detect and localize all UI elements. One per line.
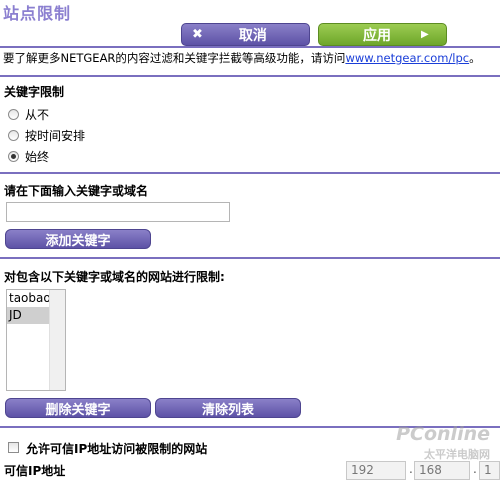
divider [0,257,500,259]
keyword-block-heading: 关键字限制 [4,85,65,99]
netgear-link[interactable]: www.netgear.com/lpc [345,51,469,65]
ip-octet-3[interactable]: 1 [479,461,500,480]
radio-scheduled-label: 按时间安排 [25,129,86,143]
clear-list-button[interactable]: 清除列表 [155,398,301,418]
ip-octet-1[interactable]: 192 [346,461,406,480]
radio-always[interactable]: 始终 [8,148,49,165]
trusted-ip-label: 可信IP地址 [4,464,66,478]
watermark-subtitle: 太平洋电脑网 [424,448,490,461]
delete-keyword-button[interactable]: 删除关键字 [5,398,151,418]
divider [0,75,500,77]
cancel-label: 取消 [238,27,267,44]
info-text-body: 要了解更多NETGEAR的内容过滤和关键字拦截等高级功能，请访问 [3,51,346,65]
allow-trusted-label: 允许可信IP地址访问被限制的网站 [26,442,208,456]
ip-dot: . [409,462,413,476]
close-icon: ✖ [192,27,203,42]
keyword-entry-heading: 请在下面输入关键字或域名 [4,184,149,198]
list-item[interactable]: taobao [7,290,51,307]
radio-never-button[interactable] [8,109,19,120]
cancel-button[interactable]: ✖ 取消 [181,23,310,46]
page-title: 站点限制 [3,4,72,23]
watermark-logo: PConline [396,423,490,445]
add-keyword-button[interactable]: 添加关键字 [5,229,151,249]
ip-octet-2[interactable]: 168 [414,461,470,480]
blocked-keyword-list[interactable]: taobao JD [6,289,66,391]
keyword-input[interactable] [6,202,230,222]
info-suffix: 。 [469,51,481,65]
apply-button[interactable]: 应用 ▶ [318,23,447,46]
list-scrollbar[interactable] [49,290,65,390]
radio-never[interactable]: 从不 [8,106,49,123]
radio-always-label: 始终 [25,150,50,164]
radio-scheduled[interactable]: 按时间安排 [8,127,85,144]
allow-trusted-checkbox[interactable] [8,442,19,453]
ip-dot: . [473,462,477,476]
play-icon: ▶ [421,29,429,40]
divider [0,172,500,174]
divider [0,46,500,48]
apply-label: 应用 [363,27,391,44]
radio-always-button[interactable] [8,151,19,162]
blocked-list-heading: 对包含以下关键字或域名的网站进行限制: [4,270,225,284]
radio-scheduled-button[interactable] [8,130,19,141]
info-text: 要了解更多NETGEAR的内容过滤和关键字拦截等高级功能，请访问www.netg… [3,50,481,66]
radio-never-label: 从不 [25,108,50,122]
list-item[interactable]: JD [7,307,51,324]
